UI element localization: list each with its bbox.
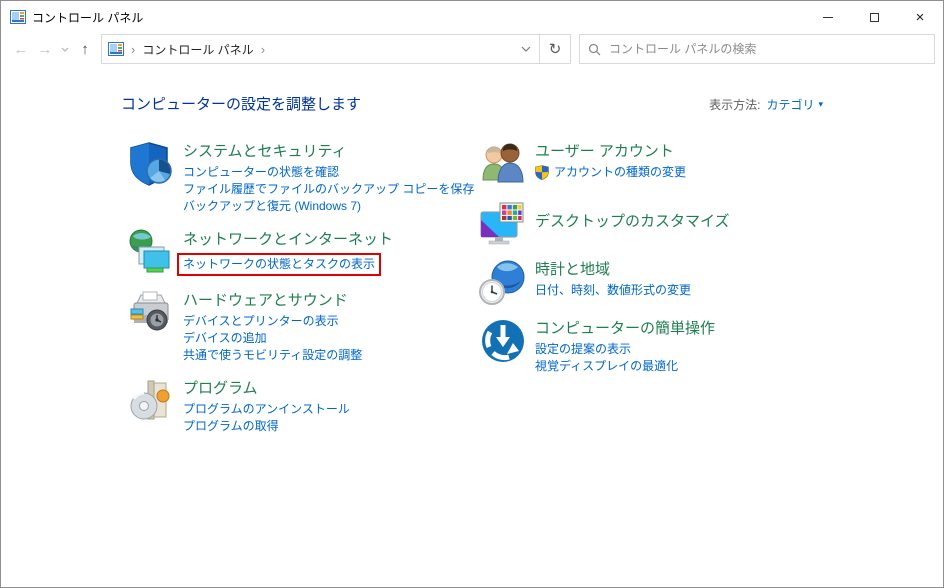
recent-pages-chevron-icon[interactable] bbox=[57, 36, 73, 62]
control-panel-icon bbox=[108, 41, 124, 57]
maximize-button[interactable] bbox=[851, 1, 897, 33]
category-personalization: デスクトップのカスタマイズ bbox=[479, 199, 823, 247]
category-title[interactable]: ハードウェアとサウンド bbox=[183, 291, 362, 311]
category-title[interactable]: 時計と地域 bbox=[535, 260, 691, 280]
category-title[interactable]: コンピューターの簡単操作 bbox=[535, 319, 715, 339]
link-add-device[interactable]: デバイスの追加 bbox=[183, 330, 362, 347]
clock-region-icon[interactable] bbox=[479, 258, 527, 306]
back-button[interactable]: ← bbox=[9, 36, 33, 62]
forward-button[interactable]: → bbox=[33, 36, 57, 62]
breadcrumb-chevron-icon: › bbox=[131, 42, 135, 57]
link-get-programs[interactable]: プログラムの取得 bbox=[183, 418, 350, 435]
search-box[interactable] bbox=[579, 34, 935, 64]
link-check-computer-status[interactable]: コンピューターの状態を確認 bbox=[183, 164, 474, 181]
category-network-internet: ネットワークとインターネット ネットワークの状態とタスクの表示 bbox=[127, 228, 479, 276]
page-title: コンピューターの設定を調整します bbox=[121, 93, 361, 114]
navigation-toolbar: ← → ↑ › コントロール パネル › ↻ bbox=[1, 33, 943, 67]
category-title[interactable]: システムとセキュリティ bbox=[183, 142, 474, 162]
breadcrumb[interactable]: › コントロール パネル › bbox=[102, 35, 513, 63]
search-icon bbox=[588, 43, 601, 56]
uac-shield-icon bbox=[535, 165, 549, 180]
up-button[interactable]: ↑ bbox=[73, 36, 97, 62]
window-title: コントロール パネル bbox=[32, 9, 143, 26]
link-backup-restore-win7[interactable]: バックアップと復元 (Windows 7) bbox=[183, 198, 474, 215]
breadcrumb-chevron-icon: › bbox=[261, 42, 265, 57]
category-title[interactable]: デスクトップのカスタマイズ bbox=[535, 212, 730, 232]
control-panel-home: コンピューターの設定を調整します 表示方法: カテゴリ ▾ bbox=[1, 67, 943, 448]
category-ease-of-access: コンピューターの簡単操作 設定の提案の表示 視覚ディスプレイの最適化 bbox=[479, 317, 823, 375]
link-change-date-time-number-formats[interactable]: 日付、時刻、数値形式の変更 bbox=[535, 282, 691, 299]
category-user-accounts: ユーザー アカウント アカウントの種類の変更 bbox=[479, 140, 823, 188]
search-input[interactable] bbox=[609, 42, 926, 56]
close-button[interactable]: × bbox=[897, 1, 943, 33]
category-clock-region: 時計と地域 日付、時刻、数値形式の変更 bbox=[479, 258, 823, 306]
dropdown-arrow-icon: ▾ bbox=[818, 99, 823, 110]
programs-icon[interactable] bbox=[127, 377, 175, 425]
hardware-sound-icon[interactable] bbox=[127, 289, 175, 337]
link-uninstall-program[interactable]: プログラムのアンインストール bbox=[183, 401, 350, 418]
personalization-icon[interactable] bbox=[479, 199, 527, 247]
control-panel-window: { "window": { "title": "コントロール パネル", "mi… bbox=[0, 0, 944, 588]
link-let-windows-suggest-settings[interactable]: 設定の提案の表示 bbox=[535, 341, 715, 358]
refresh-button[interactable]: ↻ bbox=[539, 35, 570, 63]
link-change-account-type[interactable]: アカウントの種類の変更 bbox=[554, 164, 686, 181]
ease-of-access-icon[interactable] bbox=[479, 317, 527, 365]
category-programs: プログラム プログラムのアンインストール プログラムの取得 bbox=[127, 377, 479, 435]
system-security-icon[interactable] bbox=[127, 140, 175, 188]
link-view-network-status-tasks[interactable]: ネットワークの状態とタスクの表示 bbox=[183, 256, 375, 273]
link-file-history-backup[interactable]: ファイル履歴でファイルのバックアップ コピーを保存 bbox=[183, 181, 474, 198]
category-title[interactable]: ユーザー アカウント bbox=[535, 142, 686, 162]
network-internet-icon[interactable] bbox=[127, 228, 175, 276]
category-system-security: システムとセキュリティ コンピューターの状態を確認 ファイル履歴でファイルのバッ… bbox=[127, 140, 479, 215]
link-optimize-visual-display[interactable]: 視覚ディスプレイの最適化 bbox=[535, 358, 715, 375]
category-hardware-sound: ハードウェアとサウンド デバイスとプリンターの表示 デバイスの追加 共通で使うモ… bbox=[127, 289, 479, 364]
control-panel-app-icon bbox=[10, 9, 26, 25]
category-title[interactable]: ネットワークとインターネット bbox=[183, 230, 393, 250]
link-view-devices-printers[interactable]: デバイスとプリンターの表示 bbox=[183, 313, 362, 330]
breadcrumb-item-control-panel[interactable]: コントロール パネル bbox=[142, 41, 253, 58]
address-bar: › コントロール パネル › ↻ bbox=[101, 34, 571, 64]
link-adjust-mobility-settings[interactable]: 共通で使うモビリティ設定の調整 bbox=[183, 347, 362, 364]
highlight-annotation-box: ネットワークの状態とタスクの表示 bbox=[177, 253, 381, 276]
minimize-button[interactable] bbox=[805, 1, 851, 33]
title-bar: コントロール パネル × bbox=[1, 1, 943, 33]
category-title[interactable]: プログラム bbox=[183, 379, 350, 399]
view-by-dropdown[interactable]: カテゴリ ▾ bbox=[766, 96, 823, 113]
address-dropdown-chevron-icon[interactable] bbox=[513, 35, 539, 63]
view-by-label: 表示方法: bbox=[709, 96, 760, 113]
user-accounts-icon[interactable] bbox=[479, 140, 527, 188]
